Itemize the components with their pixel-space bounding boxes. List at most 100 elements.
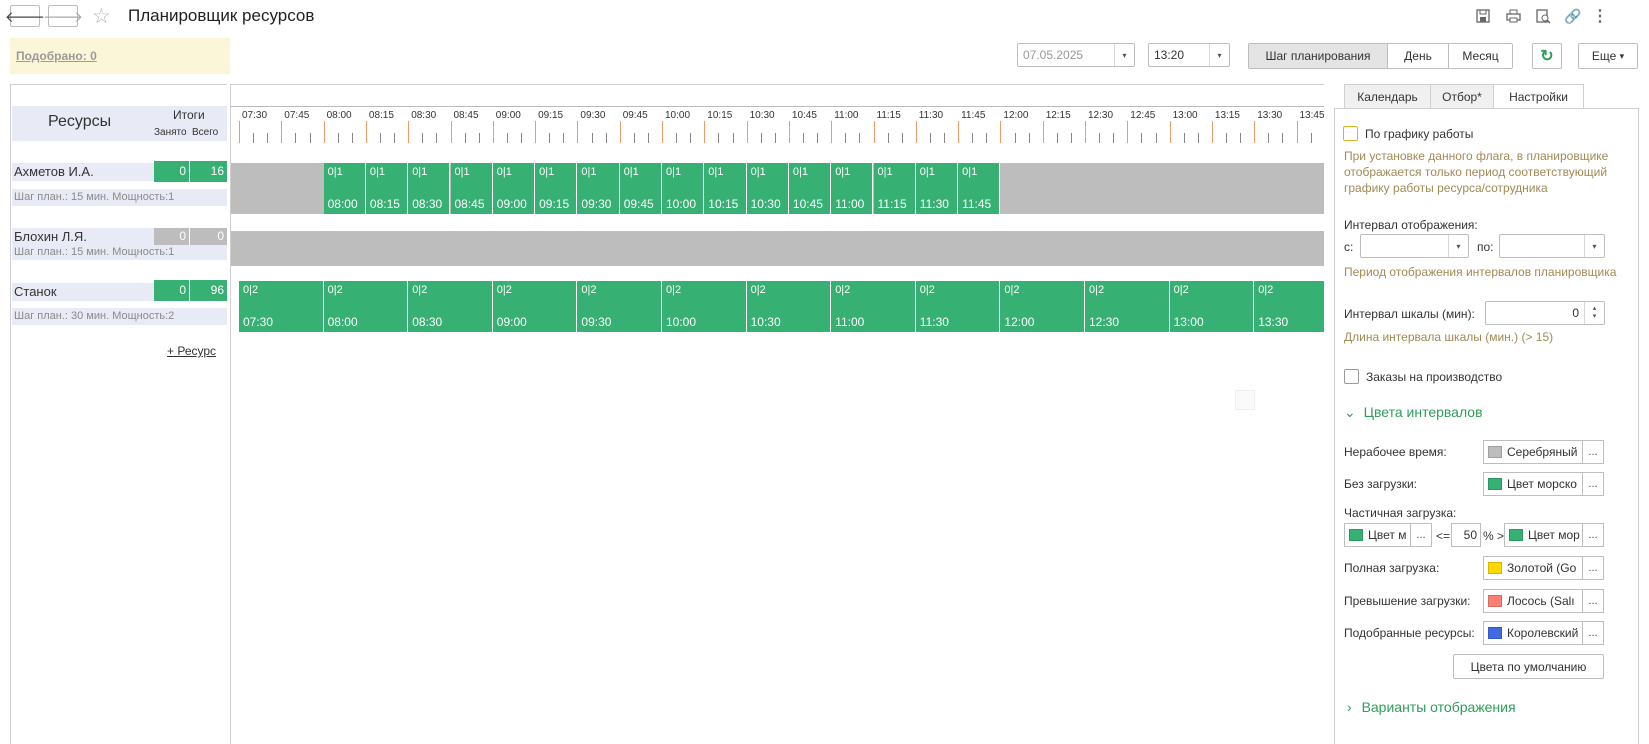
partial-low-color-field[interactable]: Цвет м <box>1344 523 1411 547</box>
interval-cell[interactable]: 0|1 08:00 <box>323 163 366 214</box>
interval-cell[interactable]: 0|1 09:00 <box>492 163 536 214</box>
scale-minor-tick <box>549 133 551 143</box>
chevron-down-icon[interactable]: ▾ <box>1584 235 1604 257</box>
interval-cell[interactable]: 0|1 08:15 <box>365 163 409 214</box>
interval-cell[interactable]: 0|1 10:30 <box>746 163 789 214</box>
back-button[interactable]: 🡐 <box>5 5 45 27</box>
partial-high-color-button[interactable]: ... <box>1582 523 1604 547</box>
segment-month[interactable]: Месяц <box>1448 43 1513 69</box>
color-swatch <box>1349 529 1363 541</box>
star-icon[interactable]: ☆ <box>92 4 111 29</box>
interval-cell[interactable]: 0|1 10:15 <box>704 163 747 214</box>
scale-interval-stepper[interactable]: 0 ▴ ▾ <box>1485 301 1605 325</box>
chevron-down-icon[interactable]: ▾ <box>1114 44 1134 66</box>
interval-to-field[interactable]: ▾ <box>1499 234 1605 258</box>
interval-from-field[interactable]: ▾ <box>1360 234 1469 258</box>
stepper-arrows-icon[interactable]: ▴ ▾ <box>1584 302 1604 324</box>
selected-count-link[interactable]: Подобрано: 0 <box>16 49 97 63</box>
segment-day[interactable]: День <box>1387 43 1449 69</box>
interval-cell[interactable]: 0|2 11:30 <box>915 281 1001 332</box>
tab-settings[interactable]: Настройки <box>1493 84 1584 109</box>
cell-time: 09:45 <box>623 197 654 211</box>
cell-time: 08:00 <box>327 197 358 211</box>
nonworking-color-field[interactable]: Серебряный <box>1483 440 1583 464</box>
interval-cell[interactable]: 0|1 11:15 <box>873 163 916 214</box>
over-color-field[interactable]: Лосось (Salı <box>1483 589 1583 613</box>
link-icon[interactable]: 🔗 <box>1563 6 1583 26</box>
interval-cell[interactable]: 0|2 13:30 <box>1254 281 1324 332</box>
picked-color-button[interactable]: ... <box>1582 621 1604 645</box>
scale-label: 08:15 <box>368 110 394 121</box>
segment-planning-step[interactable]: Шаг планирования <box>1248 43 1388 69</box>
interval-cell[interactable]: 0|1 10:45 <box>788 163 832 214</box>
interval-cell[interactable]: 0|2 08:30 <box>408 281 493 332</box>
refresh-button[interactable]: ↻ <box>1532 43 1562 69</box>
resource-name[interactable]: Станок <box>12 283 154 301</box>
by-schedule-checkbox[interactable] <box>1343 126 1358 141</box>
interval-cell[interactable]: 0|1 11:45 <box>958 163 1001 214</box>
interval-cell[interactable]: 0|1 09:30 <box>577 163 620 214</box>
resource-name[interactable]: Ахметов И.А. <box>12 163 154 181</box>
interval-cell[interactable]: 0|2 09:00 <box>492 281 578 332</box>
cell-time: 08:15 <box>369 197 400 211</box>
partial-threshold-input[interactable]: 50 <box>1451 523 1481 547</box>
cell-load: 0|2 <box>835 284 851 296</box>
save-icon[interactable] <box>1473 6 1493 26</box>
nonworking-color-button[interactable]: ... <box>1582 440 1604 464</box>
forward-button[interactable]: 🡒 <box>43 5 83 27</box>
interval-cell[interactable]: 0|2 13:00 <box>1169 281 1255 332</box>
noload-color-field[interactable]: Цвет морско <box>1483 472 1583 496</box>
interval-cell[interactable]: 0|2 12:30 <box>1085 281 1170 332</box>
time-field[interactable]: 13:20 ▾ <box>1148 43 1230 67</box>
picked-color-field[interactable]: Королевский <box>1483 621 1583 645</box>
interval-cell[interactable]: 0|2 08:00 <box>323 281 409 332</box>
resource-name[interactable]: Блохин Л.Я. <box>12 228 154 245</box>
interval-cell[interactable]: 0|1 11:30 <box>915 163 959 214</box>
colors-section-toggle[interactable]: ⌄ Цвета интервалов <box>1344 404 1483 421</box>
scale-minor-tick <box>647 133 649 143</box>
interval-cell[interactable]: 0|2 10:30 <box>746 281 832 332</box>
interval-cell[interactable]: 0|1 08:45 <box>450 163 493 214</box>
interval-cell[interactable]: 0|2 07:30 <box>239 281 324 332</box>
resource-info: Шаг план.: 15 мин. Мощность:1 <box>12 189 227 206</box>
interval-cell[interactable]: 0|1 09:45 <box>619 163 662 214</box>
scale-minor-tick <box>972 133 974 143</box>
preview-icon[interactable] <box>1533 6 1553 26</box>
orders-checkbox[interactable] <box>1344 369 1359 384</box>
over-color-button[interactable]: ... <box>1582 589 1604 613</box>
partial-low-color-button[interactable]: ... <box>1410 523 1432 547</box>
tab-calendar[interactable]: Календарь <box>1344 84 1431 109</box>
scale-minor-tick <box>464 133 466 143</box>
interval-cell[interactable]: 0|1 10:00 <box>662 163 705 214</box>
more-vertical-icon[interactable]: ⋮ <box>1590 6 1610 26</box>
full-color-field[interactable]: Золотой (Go <box>1483 556 1583 580</box>
add-resource-link[interactable]: + Ресурс <box>167 344 216 358</box>
full-color-button[interactable]: ... <box>1582 556 1604 580</box>
chevron-down-icon[interactable]: ▾ <box>1209 44 1229 66</box>
chevron-down-icon[interactable]: ▾ <box>1448 235 1468 257</box>
scale-minor-tick <box>1310 133 1312 143</box>
interval-cell[interactable]: 0|1 08:30 <box>408 163 451 214</box>
variants-section-toggle[interactable]: › Варианты отображения <box>1347 699 1516 715</box>
print-icon[interactable] <box>1503 6 1523 26</box>
cell-time: 11:00 <box>835 197 865 211</box>
partial-high-color-field[interactable]: Цвет мор <box>1504 523 1583 547</box>
scale-minor-tick <box>1282 133 1284 143</box>
interval-cell[interactable]: 0|1 11:00 <box>831 163 874 214</box>
noload-color-button[interactable]: ... <box>1582 472 1604 496</box>
interval-cell[interactable]: 0|2 11:00 <box>831 281 916 332</box>
date-field[interactable]: 07.05.2025 ▾ <box>1017 43 1135 67</box>
interval-cell[interactable]: 0|2 12:00 <box>1000 281 1085 332</box>
interval-cell[interactable]: 0|1 09:15 <box>535 163 578 214</box>
more-button[interactable]: Еще ▾ <box>1578 43 1638 69</box>
cell-load: 0|2 <box>1173 284 1189 296</box>
cell-load: 0|1 <box>666 166 682 178</box>
timeline-grid[interactable]: 07:30 07:45 08:00 08:15 08:30 08:45 09:00 09:15… <box>230 84 1324 744</box>
default-colors-button[interactable]: Цвета по умолчанию <box>1453 654 1604 679</box>
interval-cell[interactable]: 0|2 10:00 <box>662 281 747 332</box>
total-count: 0 <box>190 228 227 245</box>
tab-filter[interactable]: Отбор* <box>1430 84 1494 109</box>
interval-cell[interactable]: 0|2 09:30 <box>577 281 662 332</box>
cell-load: 0|2 <box>327 284 343 296</box>
scale-minor-tick <box>1113 133 1115 143</box>
